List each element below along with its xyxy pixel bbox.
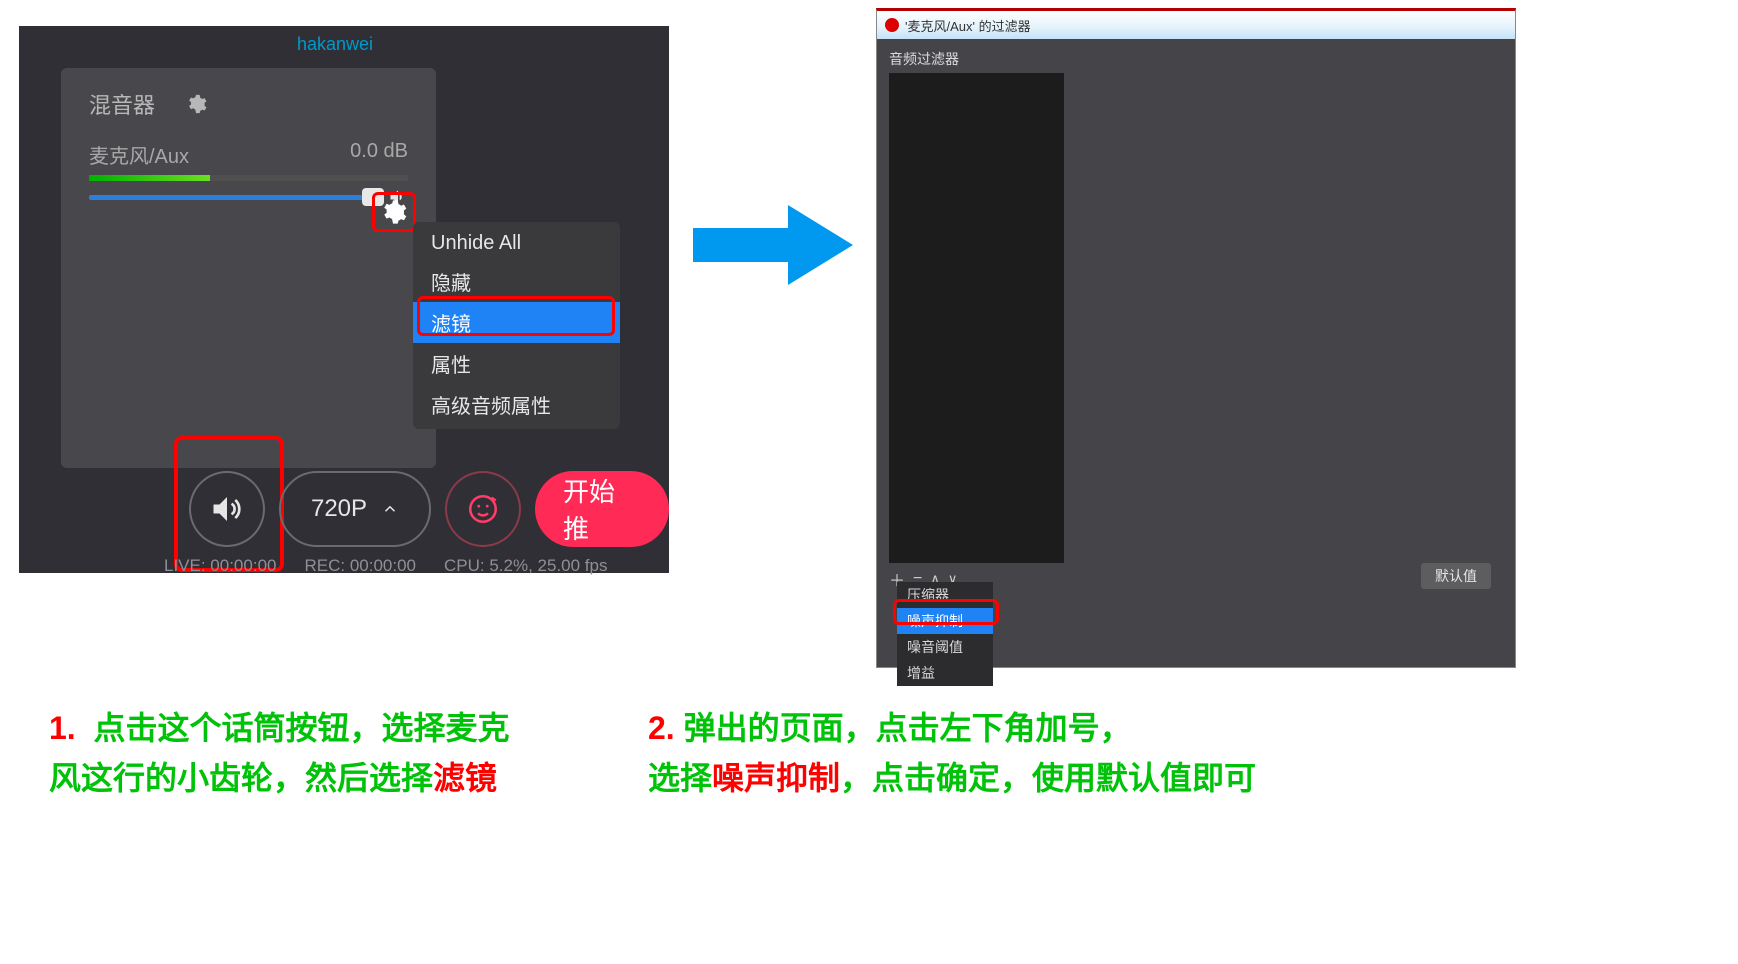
defaults-button[interactable]: 默认值 xyxy=(1421,563,1491,589)
add-filter-menu: 压缩器 噪声抑制 噪音阈值 增益 xyxy=(897,582,993,686)
status-bar: LIVE: 00:00:00 REC: 00:00:00 CPU: 5.2%, … xyxy=(164,556,607,576)
status-live: LIVE: 00:00:00 xyxy=(164,556,276,576)
source-gear-icon[interactable] xyxy=(379,198,407,226)
caption-1-num: 1. xyxy=(49,710,76,746)
face-round-button[interactable] xyxy=(445,471,521,547)
gear-icon[interactable] xyxy=(185,93,207,115)
filters-dialog: '麦克风/Aux' 的过滤器 音频过滤器 ＋ − ∧ ∨ 默认值 压缩器 噪声抑… xyxy=(876,8,1516,668)
ctx-unhide-all[interactable]: Unhide All xyxy=(413,226,620,261)
audio-filters-list[interactable] xyxy=(889,73,1064,563)
dialog-titlebar: '麦克风/Aux' 的过滤器 xyxy=(877,11,1515,39)
resolution-button[interactable]: 720P xyxy=(279,471,431,547)
chevron-up-icon xyxy=(381,500,399,518)
noise-suppression-highlight xyxy=(893,599,999,625)
audio-filters-label: 音频过滤器 xyxy=(889,49,959,69)
caption-2-line-b1: 选择 xyxy=(648,760,712,796)
caption-2-line-b2: ，点击确定，使用默认值即可 xyxy=(840,760,1256,796)
add-filter-noise-gate[interactable]: 噪音阈值 xyxy=(897,634,993,660)
caption-2-red: 噪声抑制 xyxy=(712,760,840,796)
ctx-properties[interactable]: 属性 xyxy=(413,343,620,384)
resolution-label: 720P xyxy=(311,495,367,523)
arrow-icon xyxy=(693,200,853,290)
bottom-toolbar: 720P 开始推 xyxy=(159,471,669,547)
start-push-label: 开始推 xyxy=(563,472,641,546)
start-push-button[interactable]: 开始推 xyxy=(535,471,669,547)
mixer-title: 混音器 xyxy=(89,88,155,120)
caption-1-red: 滤镜 xyxy=(433,760,497,796)
caption-step-1: 1. 点击这个话筒按钮，选择麦克 风这行的小齿轮，然后选择滤镜 xyxy=(49,704,569,803)
caption-2-line-a: 弹出的页面，点击左下角加号， xyxy=(684,710,1132,746)
vu-meter xyxy=(89,175,408,181)
ctx-adv-audio[interactable]: 高级音频属性 xyxy=(413,384,620,425)
dialog-title: '麦克风/Aux' 的过滤器 xyxy=(905,16,1031,35)
watermark-text: hakanwei xyxy=(297,34,373,55)
speaker-round-button[interactable] xyxy=(189,471,265,547)
ctx-filters-highlight xyxy=(417,296,615,336)
caption-2-num: 2. xyxy=(648,710,675,746)
app-dot-icon xyxy=(885,18,899,32)
status-cpu: CPU: 5.2%, 25.00 fps xyxy=(444,556,607,576)
caption-1-line-a: 点击这个话筒按钮，选择麦克 xyxy=(93,710,509,746)
volume-slider[interactable] xyxy=(89,195,378,200)
mixer-panel: hakanwei 混音器 麦克风/Aux 0.0 dB Unhide All xyxy=(19,26,669,573)
caption-step-2: 2. 弹出的页面，点击左下角加号， 选择噪声抑制，点击确定，使用默认值即可 xyxy=(648,704,1508,803)
caption-1-line-b: 风这行的小齿轮，然后选择 xyxy=(49,760,433,796)
audio-source-label: 麦克风/Aux xyxy=(89,140,189,169)
status-rec: REC: 00:00:00 xyxy=(304,556,416,576)
audio-source-db: 0.0 dB xyxy=(350,140,408,169)
defaults-button-label: 默认值 xyxy=(1435,566,1477,586)
mixer-card: 混音器 麦克风/Aux 0.0 dB xyxy=(61,68,436,468)
add-filter-gain[interactable]: 增益 xyxy=(897,660,993,686)
